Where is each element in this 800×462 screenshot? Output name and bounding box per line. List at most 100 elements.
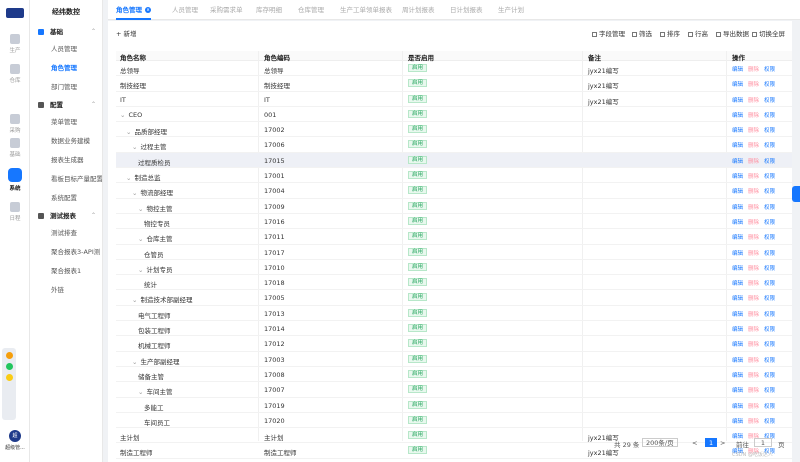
permission-button[interactable]: 权限	[764, 189, 775, 195]
green-dot-icon[interactable]	[5, 363, 13, 370]
delete-button[interactable]: 删除	[748, 388, 759, 394]
edit-button[interactable]: 编辑	[732, 388, 743, 394]
permission-button[interactable]: 权限	[764, 159, 775, 165]
toolbar-tool[interactable]: 字段管理	[592, 28, 625, 38]
permission-button[interactable]: 权限	[764, 220, 775, 226]
expand-chevron-icon[interactable]: ⌄	[120, 111, 125, 119]
table-row[interactable]: 包装工程师 17014 启用 编辑 删除 权限	[116, 321, 792, 337]
tab[interactable]: 仓库管理	[298, 0, 324, 20]
delete-button[interactable]: 删除	[748, 312, 759, 318]
rail-item[interactable]: 采购	[0, 114, 30, 134]
permission-button[interactable]: 权限	[764, 373, 775, 379]
rail-item[interactable]: 仓库	[0, 64, 30, 84]
table-row[interactable]: 制技经理 制技经理 启用 jyx21编写 编辑 删除 权限	[116, 76, 792, 92]
delete-button[interactable]: 删除	[748, 296, 759, 302]
edit-button[interactable]: 编辑	[732, 220, 743, 226]
delete-button[interactable]: 删除	[748, 419, 759, 425]
toolbar-tool[interactable]: 排序	[660, 28, 680, 38]
permission-button[interactable]: 权限	[764, 98, 775, 104]
table-row[interactable]: IT IT 启用 jyx21编写 编辑 删除 权限	[116, 92, 792, 107]
expand-chevron-icon[interactable]: ⌄	[132, 358, 137, 366]
permission-button[interactable]: 权限	[764, 342, 775, 348]
expand-chevron-icon[interactable]: ⌄	[132, 189, 137, 197]
submenu-group[interactable]: 配置 ⌃	[30, 97, 102, 113]
submenu-item[interactable]: 聚合报表1	[30, 262, 102, 281]
submenu-item[interactable]: 外链	[30, 281, 102, 300]
submenu-item[interactable]: 角色管理	[30, 59, 102, 78]
rail-item[interactable]: 日程	[0, 202, 30, 222]
table-row[interactable]: 物控专员 17016 启用 编辑 删除 权限	[116, 214, 792, 230]
edit-button[interactable]: 编辑	[732, 113, 743, 119]
tab[interactable]: 库存明细	[256, 0, 282, 20]
delete-button[interactable]: 删除	[748, 220, 759, 226]
tab[interactable]: 生产工单领单报表	[340, 0, 392, 20]
table-row[interactable]: ⌄ 物控主管 17009 启用 编辑 删除 权限	[116, 199, 792, 214]
expand-chevron-icon[interactable]: ⌄	[138, 205, 143, 213]
table-row[interactable]: ⌄ 物流部经理 17004 启用 编辑 删除 权限	[116, 183, 792, 199]
tab[interactable]: 周计划报表	[402, 0, 435, 20]
tab[interactable]: 日计划报表	[450, 0, 483, 20]
edit-button[interactable]: 编辑	[732, 189, 743, 195]
table-row[interactable]: ⌄ 过程主管 17006 启用 编辑 删除 权限	[116, 137, 792, 153]
edit-button[interactable]: 编辑	[732, 296, 743, 302]
table-row[interactable]: 电气工程师 17013 启用 编辑 删除 权限	[116, 306, 792, 322]
delete-button[interactable]: 删除	[748, 266, 759, 272]
edit-button[interactable]: 编辑	[732, 342, 743, 348]
delete-button[interactable]: 删除	[748, 327, 759, 333]
delete-button[interactable]: 删除	[748, 159, 759, 165]
expand-chevron-icon[interactable]: ⌄	[126, 174, 131, 182]
tab[interactable]: 角色管理 ×	[116, 0, 151, 20]
submenu-item[interactable]: 聚合报表3-API测	[30, 243, 102, 262]
submenu-group[interactable]: 测试报表 ⌃	[30, 208, 102, 224]
permission-button[interactable]: 权限	[764, 266, 775, 272]
delete-button[interactable]: 删除	[748, 235, 759, 241]
table-row[interactable]: ⌄ CEO 001 启用 编辑 删除 权限	[116, 107, 792, 123]
delete-button[interactable]: 删除	[748, 128, 759, 134]
permission-button[interactable]: 权限	[764, 143, 775, 149]
submenu-item[interactable]: 人员管理	[30, 40, 102, 59]
tab[interactable]: 生产计划	[498, 0, 524, 20]
delete-button[interactable]: 删除	[748, 205, 759, 211]
delete-button[interactable]: 删除	[748, 373, 759, 379]
permission-button[interactable]: 权限	[764, 128, 775, 134]
edit-button[interactable]: 编辑	[732, 266, 743, 272]
table-row[interactable]: 仓管员 17017 启用 编辑 删除 权限	[116, 245, 792, 260]
close-icon[interactable]: ×	[145, 7, 151, 13]
permission-button[interactable]: 权限	[764, 296, 775, 302]
expand-chevron-icon[interactable]: ⌄	[138, 388, 143, 396]
table-row[interactable]: 多能工 17019 启用 编辑 删除 权限	[116, 398, 792, 413]
table-row[interactable]: ⌄ 生产部副经理 17003 启用 编辑 删除 权限	[116, 352, 792, 367]
delete-button[interactable]: 删除	[748, 281, 759, 287]
edit-button[interactable]: 编辑	[732, 67, 743, 73]
toolbar-tool[interactable]: 筛选	[632, 28, 652, 38]
edit-button[interactable]: 编辑	[732, 358, 743, 364]
submenu-group[interactable]: 基础 ⌃	[30, 24, 102, 40]
permission-button[interactable]: 权限	[764, 404, 775, 410]
permission-button[interactable]: 权限	[764, 419, 775, 425]
edit-button[interactable]: 编辑	[732, 281, 743, 287]
rail-item[interactable]: 基础	[0, 138, 30, 158]
page-size-select[interactable]: 200条/页	[642, 438, 678, 447]
expand-chevron-icon[interactable]: ⌄	[126, 128, 131, 136]
table-row[interactable]: ⌄ 仓库主管 17011 启用 编辑 删除 权限	[116, 229, 792, 245]
tab[interactable]: 采购需求单	[210, 0, 243, 20]
edit-button[interactable]: 编辑	[732, 373, 743, 379]
table-row[interactable]: 过程质检员 17015 启用 编辑 删除 权限	[116, 152, 792, 169]
next-page-button[interactable]: >	[720, 439, 725, 447]
prev-page-button[interactable]: <	[692, 439, 697, 447]
edit-button[interactable]: 编辑	[732, 159, 743, 165]
avatar[interactable]: 超	[9, 430, 21, 442]
delete-button[interactable]: 删除	[748, 174, 759, 180]
permission-button[interactable]: 权限	[764, 327, 775, 333]
delete-button[interactable]: 删除	[748, 189, 759, 195]
permission-button[interactable]: 权限	[764, 235, 775, 241]
edit-button[interactable]: 编辑	[732, 327, 743, 333]
permission-button[interactable]: 权限	[764, 358, 775, 364]
table-row[interactable]: 储备主管 17008 启用 编辑 删除 权限	[116, 367, 792, 383]
submenu-item[interactable]: 系统配置	[30, 189, 102, 208]
edit-button[interactable]: 编辑	[732, 205, 743, 211]
expand-chevron-icon[interactable]: ⌄	[138, 235, 143, 243]
permission-button[interactable]: 权限	[764, 82, 775, 88]
permission-button[interactable]: 权限	[764, 251, 775, 257]
user-name[interactable]: 超级管...	[0, 444, 30, 451]
